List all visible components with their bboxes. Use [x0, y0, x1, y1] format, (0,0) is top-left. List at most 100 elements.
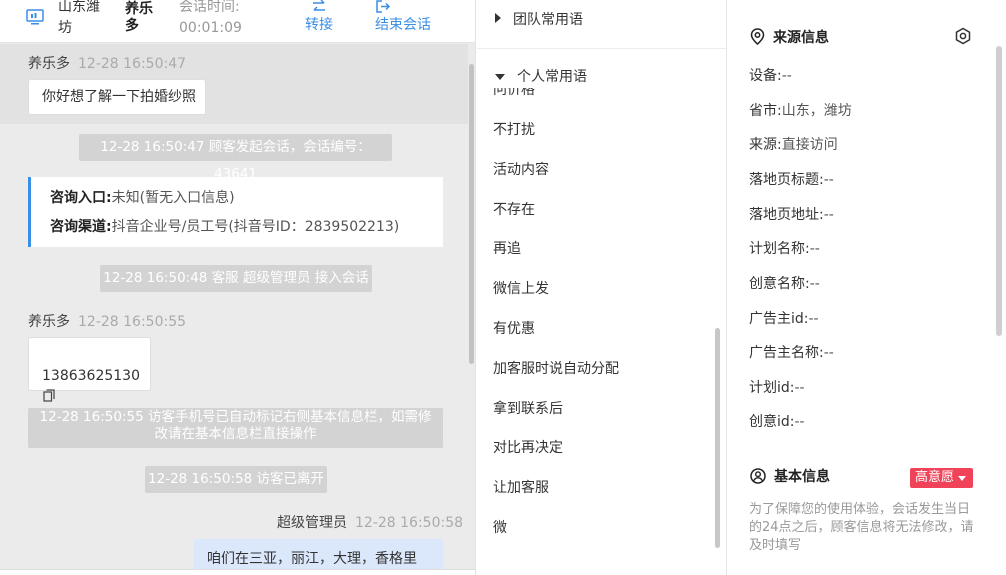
field-label: 来源:	[749, 137, 782, 153]
source-info-heading: 来源信息	[750, 28, 829, 48]
team-phrases-group[interactable]: 团队常用语	[495, 10, 583, 30]
consult-channel-row: 咨询渠道:抖音企业号/员工号(抖音号ID：2839502213)	[50, 217, 399, 237]
visitor-name: 养乐多	[125, 1, 153, 34]
field-advertiser-id: 广告主id:--	[749, 309, 819, 329]
field-device: 设备:--	[749, 66, 792, 86]
sender-name: 超级管理员	[277, 515, 347, 531]
caret-down-icon	[495, 74, 505, 80]
sender-name: 养乐多	[28, 314, 70, 330]
message-meta: 超级管理员 12-28 16:50:58	[277, 514, 463, 532]
chat-header: 山东潍坊 养乐多 会话时间: 00:01:09 转接 结束会话	[0, 0, 475, 43]
copy-icon[interactable]	[43, 389, 55, 402]
intent-dropdown[interactable]: 高意愿	[910, 468, 973, 488]
field-label: 省市:	[749, 103, 782, 119]
source-info-title: 来源信息	[773, 30, 829, 46]
field-value: --	[781, 68, 792, 84]
field-source: 来源:直接访问	[749, 135, 838, 155]
field-value: --	[809, 241, 820, 257]
session-time-value: 00:01:09	[179, 20, 242, 36]
personal-phrases-label: 个人常用语	[517, 69, 587, 85]
consult-channel-label: 咨询渠道:	[50, 219, 112, 235]
field-value: --	[808, 311, 819, 327]
field-value: --	[823, 172, 834, 188]
phrase-item[interactable]: 问价格	[493, 88, 535, 100]
field-label: 落地页标题:	[749, 172, 824, 188]
consult-entry-row: 咨询入口:未知(暂无入口信息)	[50, 188, 235, 208]
field-label: 计划名称:	[749, 241, 810, 257]
message-time: 12-28 16:50:47	[78, 56, 187, 72]
field-label: 广告主id:	[749, 311, 809, 327]
field-creative-name: 创意名称:--	[749, 274, 820, 294]
field-label: 创意名称:	[749, 276, 810, 292]
chat-scrollbar[interactable]	[469, 64, 474, 364]
visitor-info-panel: 来源信息 设备:-- 省市:山东，潍坊 来源:直接访问 落地页标题:-- 落地页…	[728, 0, 1006, 575]
basic-info-title: 基本信息	[774, 469, 830, 485]
message-meta: 养乐多 12-28 16:50:47	[28, 55, 186, 73]
edit-deadline-notice: 为了保障您的使用体验，会话发生当日的24点之后，顾客信息将无法修改，请及时填写	[749, 502, 974, 553]
chat-panel: 山东潍坊 养乐多 会话时间: 00:01:09 转接 结束会话 养乐多 12-28…	[0, 0, 476, 575]
field-creative-id: 创意id:--	[749, 412, 805, 432]
phone-number-text: 13863625130	[42, 368, 140, 384]
phrase-scrollbar[interactable]	[715, 328, 720, 548]
end-session-button[interactable]: 结束会话	[375, 0, 435, 35]
phrase-item[interactable]: 拿到联系后	[493, 399, 563, 419]
caret-right-icon	[495, 13, 501, 23]
phrase-item[interactable]: 不打扰	[493, 120, 535, 140]
system-notice-line: 12-28 16:50:55 访客手机号已自动标记右侧基本信息栏，如需修	[39, 409, 432, 425]
consult-entry-card: 咨询入口:未知(暂无入口信息) 咨询渠道:抖音企业号/员工号(抖音号ID：283…	[28, 177, 443, 247]
message-time: 12-28 16:50:58	[355, 515, 464, 531]
transfer-button[interactable]: 转接	[303, 0, 335, 35]
divider	[477, 48, 726, 49]
field-label: 设备:	[749, 68, 782, 84]
visitor-message-bubble[interactable]: 你好想了解一下拍婚纱照	[28, 79, 206, 115]
quick-phrases-panel: 团队常用语 个人常用语 问价格 不打扰 活动内容 不存在 再追 微信上发 有优惠…	[477, 0, 727, 575]
settings-icon[interactable]	[954, 27, 972, 45]
field-value: --	[823, 345, 834, 361]
field-value: --	[794, 380, 805, 396]
system-notice-line: 改请在基本信息栏直接操作	[154, 426, 317, 442]
field-label: 落地页地址:	[749, 207, 824, 223]
chat-messages[interactable]	[0, 44, 475, 575]
basic-info-heading: 基本信息	[750, 467, 830, 487]
phrase-item[interactable]: 不存在	[493, 200, 535, 220]
system-notice: 12-28 16:50:55 访客手机号已自动标记右侧基本信息栏，如需修 改请在…	[28, 408, 443, 448]
phrase-item[interactable]: 微信上发	[493, 279, 549, 299]
field-label: 广告主名称:	[749, 345, 824, 361]
phrase-item[interactable]: 活动内容	[493, 160, 549, 180]
field-label: 计划id:	[749, 380, 795, 396]
field-value: --	[823, 207, 834, 223]
phrase-item[interactable]: 对比再决定	[493, 438, 563, 458]
field-landing-title: 落地页标题:--	[749, 170, 834, 190]
info-scrollbar[interactable]	[996, 46, 1002, 336]
consult-channel-value: 抖音企业号/员工号(抖音号ID：2839502213)	[111, 219, 400, 235]
message-time: 12-28 16:50:55	[78, 314, 187, 330]
field-plan-id: 计划id:--	[749, 378, 805, 398]
monitor-icon	[26, 9, 44, 25]
field-province-city: 省市:山东，潍坊	[749, 101, 852, 121]
visitor-message-bubble[interactable]: 13863625130	[28, 337, 151, 402]
phrase-item[interactable]: 微	[493, 518, 507, 538]
transfer-icon	[313, 0, 325, 11]
field-label: 创意id:	[749, 414, 795, 430]
consult-entry-value: 未知(暂无入口信息)	[111, 190, 235, 206]
chat-input-edge	[0, 569, 475, 575]
system-notice: 12-28 16:50:47 顾客发起会话，会话编号：43641	[79, 134, 392, 182]
phrase-item[interactable]: 再追	[493, 239, 521, 259]
phrase-item[interactable]: 让加客服	[493, 478, 549, 498]
consult-entry-label: 咨询入口:	[50, 190, 112, 206]
location-pin-icon	[750, 28, 765, 45]
session-time-label: 会话时间:	[179, 0, 240, 15]
personal-phrases-group[interactable]: 个人常用语	[495, 67, 587, 87]
field-value: --	[809, 276, 820, 292]
field-value: 直接访问	[781, 137, 838, 153]
phrase-list[interactable]: 问价格 不打扰 活动内容 不存在 再追 微信上发 有优惠 加客服时说自动分配 拿…	[477, 88, 715, 575]
team-phrases-label: 团队常用语	[513, 12, 583, 28]
intent-label: 高意愿	[915, 470, 955, 485]
phrase-item[interactable]: 加客服时说自动分配	[493, 359, 619, 379]
phrase-item[interactable]: 有优惠	[493, 319, 535, 339]
dropdown-caret-icon	[958, 476, 966, 481]
user-circle-icon	[750, 468, 766, 484]
field-advertiser-name: 广告主名称:--	[749, 343, 834, 363]
field-value: 山东，潍坊	[781, 103, 852, 119]
field-landing-url: 落地页地址:--	[749, 205, 834, 225]
